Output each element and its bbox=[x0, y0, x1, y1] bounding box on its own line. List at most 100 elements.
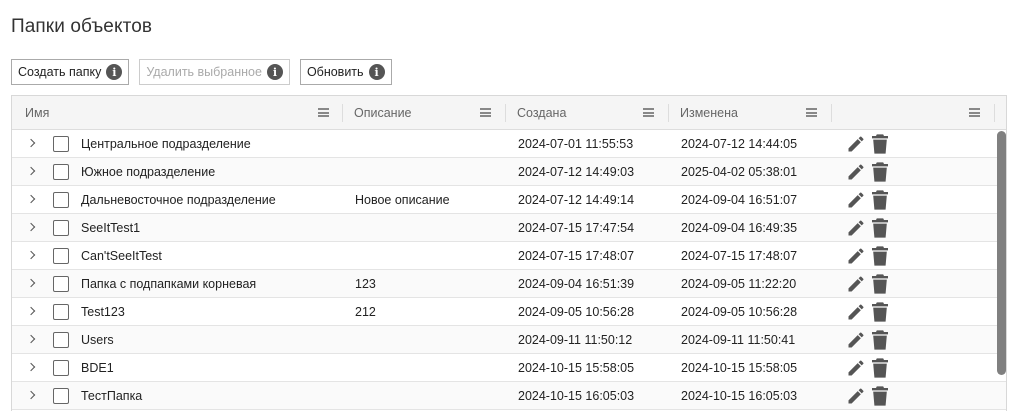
cell-name: Дальневосточное подразделение bbox=[81, 193, 276, 207]
row-checkbox[interactable] bbox=[53, 304, 69, 320]
row-checkbox[interactable] bbox=[53, 388, 69, 404]
chevron-right-icon[interactable] bbox=[26, 362, 36, 372]
cell-created: 2024-07-12 14:49:03 bbox=[518, 165, 635, 179]
table-row[interactable]: ТестПапка 2024-10-15 16:05:03 2024-10-15… bbox=[12, 382, 1006, 410]
cell-modified: 2024-07-12 14:44:05 bbox=[681, 137, 798, 151]
vertical-scrollbar[interactable] bbox=[997, 131, 1006, 375]
cell-modified: 2024-09-04 16:51:07 bbox=[681, 193, 798, 207]
chevron-right-icon[interactable] bbox=[26, 138, 36, 148]
chevron-right-icon[interactable] bbox=[26, 166, 36, 176]
chevron-right-icon[interactable] bbox=[26, 390, 36, 400]
chevron-right-icon[interactable] bbox=[26, 250, 36, 260]
delete-selected-button[interactable]: Удалить выбранное i bbox=[139, 59, 290, 85]
table-row[interactable]: Центральное подразделение 2024-07-01 11:… bbox=[12, 130, 1006, 158]
row-checkbox[interactable] bbox=[53, 192, 69, 208]
info-icon[interactable]: i bbox=[368, 64, 385, 80]
table-row[interactable]: Дальневосточное подразделение Новое опис… bbox=[12, 186, 1006, 214]
pencil-icon[interactable] bbox=[846, 134, 866, 154]
cell-created: 2024-10-15 16:05:03 bbox=[518, 389, 635, 403]
cell-name: Can'tSeeItTest bbox=[81, 249, 162, 263]
column-menu-icon[interactable] bbox=[480, 108, 491, 117]
table-header: Имя Описание Создана Изменена bbox=[12, 96, 1006, 130]
cell-created: 2024-10-15 15:58:05 bbox=[518, 361, 635, 375]
folders-table: Имя Описание Создана Изменена Центрально… bbox=[11, 95, 1007, 411]
cell-modified: 2025-04-02 05:38:01 bbox=[681, 165, 798, 179]
column-header-actions[interactable] bbox=[843, 96, 993, 130]
trash-icon[interactable] bbox=[872, 134, 888, 154]
cell-created: 2024-07-01 11:55:53 bbox=[518, 137, 634, 151]
pencil-icon[interactable] bbox=[846, 218, 866, 238]
chevron-right-icon[interactable] bbox=[26, 334, 36, 344]
column-header-name[interactable]: Имя bbox=[25, 96, 341, 130]
column-header-description[interactable]: Описание bbox=[354, 96, 504, 130]
column-menu-icon[interactable] bbox=[806, 108, 817, 117]
table-body: Центральное подразделение 2024-07-01 11:… bbox=[12, 130, 1006, 410]
table-row[interactable]: SeeItTest1 2024-07-15 17:47:54 2024-09-0… bbox=[12, 214, 1006, 242]
chevron-right-icon[interactable] bbox=[26, 278, 36, 288]
row-checkbox[interactable] bbox=[53, 248, 69, 264]
column-header-label: Изменена bbox=[680, 106, 738, 120]
table-row[interactable]: Южное подразделение 2024-07-12 14:49:03 … bbox=[12, 158, 1006, 186]
column-divider[interactable] bbox=[994, 104, 995, 122]
cell-name: SeeItTest1 bbox=[81, 221, 141, 235]
row-checkbox[interactable] bbox=[53, 220, 69, 236]
cell-modified: 2024-07-15 17:48:07 bbox=[681, 249, 798, 263]
row-checkbox[interactable] bbox=[53, 136, 69, 152]
info-icon[interactable]: i bbox=[266, 64, 283, 80]
create-folder-button[interactable]: Создать папку i bbox=[11, 59, 130, 85]
toolbar: Создать папку i Удалить выбранное i Обно… bbox=[11, 59, 402, 85]
info-icon[interactable]: i bbox=[106, 64, 123, 80]
table-row[interactable]: Can'tSeeItTest 2024-07-15 17:48:07 2024-… bbox=[12, 242, 1006, 270]
column-menu-icon[interactable] bbox=[643, 108, 654, 117]
row-checkbox[interactable] bbox=[53, 164, 69, 180]
pencil-icon[interactable] bbox=[846, 246, 866, 266]
cell-modified: 2024-10-15 16:05:03 bbox=[681, 389, 798, 403]
table-row[interactable]: Папка с подпапками корневая 123 2024-09-… bbox=[12, 270, 1006, 298]
table-row[interactable]: Test123 212 2024-09-05 10:56:28 2024-09-… bbox=[12, 298, 1006, 326]
chevron-right-icon[interactable] bbox=[26, 194, 36, 204]
trash-icon[interactable] bbox=[872, 358, 888, 378]
refresh-label: Обновить bbox=[306, 65, 364, 79]
table-row[interactable]: Users 2024-09-11 11:50:12 2024-09-11 11:… bbox=[12, 326, 1006, 354]
trash-icon[interactable] bbox=[872, 274, 888, 294]
column-menu-icon[interactable] bbox=[318, 108, 329, 117]
trash-icon[interactable] bbox=[872, 218, 888, 238]
trash-icon[interactable] bbox=[872, 330, 888, 350]
row-checkbox[interactable] bbox=[53, 276, 69, 292]
trash-icon[interactable] bbox=[872, 302, 888, 322]
cell-name: Test123 bbox=[81, 305, 125, 319]
refresh-button[interactable]: Обновить i bbox=[299, 59, 392, 85]
column-header-label: Создана bbox=[517, 106, 567, 120]
column-divider[interactable] bbox=[342, 104, 343, 122]
column-header-label: Имя bbox=[25, 106, 50, 120]
column-divider[interactable] bbox=[668, 104, 669, 122]
create-folder-label: Создать папку bbox=[18, 65, 102, 79]
row-checkbox[interactable] bbox=[53, 360, 69, 376]
column-divider[interactable] bbox=[831, 104, 832, 122]
row-checkbox[interactable] bbox=[53, 332, 69, 348]
pencil-icon[interactable] bbox=[846, 274, 866, 294]
delete-selected-label: Удалить выбранное bbox=[146, 65, 262, 79]
column-menu-icon[interactable] bbox=[969, 108, 980, 117]
cell-name: Южное подразделение bbox=[81, 165, 216, 179]
column-header-created[interactable]: Создана bbox=[517, 96, 667, 130]
cell-description: Новое описание bbox=[355, 193, 450, 207]
cell-modified: 2024-09-11 11:50:41 bbox=[681, 333, 796, 347]
trash-icon[interactable] bbox=[872, 386, 888, 406]
pencil-icon[interactable] bbox=[846, 190, 866, 210]
trash-icon[interactable] bbox=[872, 246, 888, 266]
chevron-right-icon[interactable] bbox=[26, 306, 36, 316]
pencil-icon[interactable] bbox=[846, 358, 866, 378]
chevron-right-icon[interactable] bbox=[26, 222, 36, 232]
cell-modified: 2024-09-04 16:49:35 bbox=[681, 221, 798, 235]
pencil-icon[interactable] bbox=[846, 330, 866, 350]
cell-created: 2024-07-15 17:47:54 bbox=[518, 221, 635, 235]
pencil-icon[interactable] bbox=[846, 162, 866, 182]
trash-icon[interactable] bbox=[872, 162, 888, 182]
pencil-icon[interactable] bbox=[846, 386, 866, 406]
column-header-modified[interactable]: Изменена bbox=[680, 96, 830, 130]
pencil-icon[interactable] bbox=[846, 302, 866, 322]
column-divider[interactable] bbox=[505, 104, 506, 122]
trash-icon[interactable] bbox=[872, 190, 888, 210]
table-row[interactable]: BDE1 2024-10-15 15:58:05 2024-10-15 15:5… bbox=[12, 354, 1006, 382]
